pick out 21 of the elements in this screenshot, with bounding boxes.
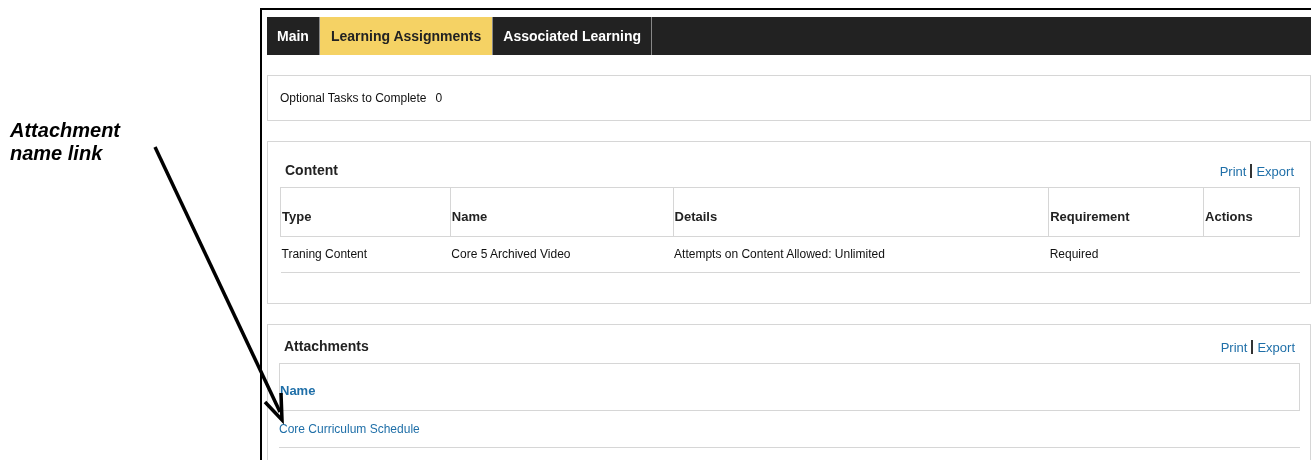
- table-cell: Attempts on Content Allowed: Unlimited: [673, 236, 1049, 273]
- column-header: Details: [673, 187, 1049, 237]
- summary-label: Optional Tasks to Complete: [280, 90, 427, 107]
- column-heading: Name: [280, 381, 316, 400]
- table-cell: Traning Content: [280, 236, 451, 273]
- section-title: Attachments: [284, 337, 369, 356]
- tab[interactable]: Learning Assignments: [319, 17, 494, 55]
- table-cell: Required: [1048, 236, 1204, 273]
- column-header: Actions: [1203, 187, 1300, 237]
- toolbar-link[interactable]: Export: [1257, 337, 1295, 357]
- toolbar-link[interactable]: Print: [1220, 337, 1248, 357]
- section-title: Content: [285, 161, 338, 180]
- annotation-label: Attachment name link: [10, 119, 122, 165]
- column-header: Name: [450, 187, 674, 237]
- summary-value: 0: [435, 90, 443, 107]
- column-header: Requirement: [1048, 187, 1204, 237]
- table-cell: Core 5 Archived Video: [450, 236, 674, 273]
- toolbar-link[interactable]: Print: [1219, 161, 1247, 181]
- toolbar-link[interactable]: Export: [1256, 161, 1294, 181]
- column-header: Type: [280, 187, 451, 237]
- attachment-link[interactable]: Core Curriculum Schedule: [279, 420, 420, 438]
